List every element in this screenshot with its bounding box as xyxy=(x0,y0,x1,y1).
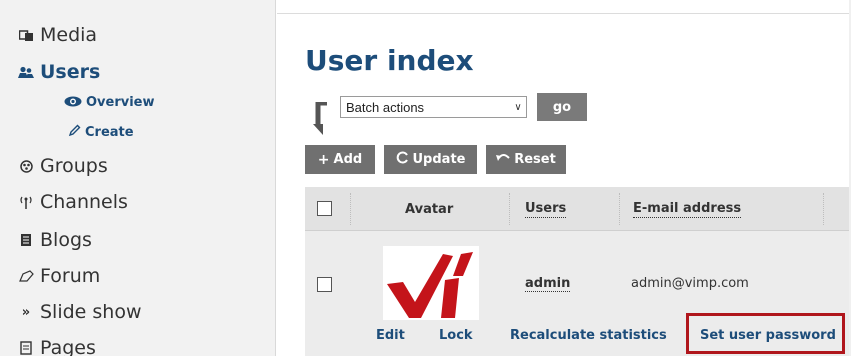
batch-arrow-icon xyxy=(313,102,327,135)
column-header-users[interactable]: Users xyxy=(525,187,567,231)
batch-actions-value: Batch actions xyxy=(346,99,425,115)
sidebar: Media Users Overview Create Groups Chann… xyxy=(0,0,276,356)
pencil-icon xyxy=(68,124,81,140)
blogs-icon xyxy=(18,232,34,248)
batch-actions-select[interactable]: Batch actions ∨ xyxy=(340,96,527,118)
sidebar-item-label: Slide show xyxy=(40,301,142,323)
sidebar-subitem-label: Create xyxy=(85,124,134,140)
sidebar-subitem-create[interactable]: Create xyxy=(68,124,134,140)
update-button[interactable]: Update xyxy=(384,145,477,174)
column-divider xyxy=(350,193,351,225)
column-header-email[interactable]: E-mail address xyxy=(633,187,742,231)
sidebar-item-label: Media xyxy=(40,24,98,46)
sidebar-item-blogs[interactable]: Blogs xyxy=(18,229,92,251)
sidebar-item-label: Channels xyxy=(40,191,128,213)
plus-icon: + xyxy=(317,151,330,168)
eye-icon xyxy=(64,96,82,110)
sidebar-item-label: Users xyxy=(40,61,101,83)
edit-link[interactable]: Edit xyxy=(376,328,405,343)
groups-icon xyxy=(18,158,34,174)
highlight-box xyxy=(686,313,845,354)
sidebar-item-label: Blogs xyxy=(40,229,92,251)
sidebar-subitem-overview[interactable]: Overview xyxy=(64,95,155,110)
go-button[interactable]: go xyxy=(537,93,587,121)
media-icon xyxy=(18,27,34,43)
reset-button[interactable]: Reset xyxy=(486,145,566,174)
sidebar-item-label: Pages xyxy=(40,337,96,356)
sidebar-item-slideshow[interactable]: » Slide show xyxy=(18,301,142,323)
sidebar-item-users[interactable]: Users xyxy=(18,61,100,83)
sidebar-item-forum[interactable]: Forum xyxy=(18,265,100,287)
row-checkbox[interactable] xyxy=(317,277,332,292)
column-divider xyxy=(619,193,620,225)
sidebar-subitem-label: Overview xyxy=(86,95,155,110)
update-button-label: Update xyxy=(412,152,466,167)
sidebar-item-channels[interactable]: Channels xyxy=(18,191,128,213)
add-button[interactable]: + Add xyxy=(305,145,375,174)
table-header: Avatar Users E-mail address xyxy=(305,187,851,231)
sidebar-item-media[interactable]: Media xyxy=(18,24,97,46)
sidebar-item-label: Groups xyxy=(40,155,108,177)
reset-button-label: Reset xyxy=(514,152,556,167)
sidebar-item-pages[interactable]: Pages xyxy=(18,337,96,356)
add-button-label: Add xyxy=(333,152,363,167)
column-divider xyxy=(823,193,824,225)
recalculate-statistics-link[interactable]: Recalculate statistics xyxy=(510,328,667,343)
lock-link[interactable]: Lock xyxy=(439,328,473,343)
select-all-checkbox[interactable] xyxy=(317,201,332,216)
username-cell[interactable]: admin xyxy=(525,276,571,292)
column-header-avatar: Avatar xyxy=(405,201,454,217)
refresh-icon xyxy=(396,151,409,168)
vimp-logo-icon xyxy=(383,246,479,320)
divider xyxy=(277,13,851,14)
avatar[interactable] xyxy=(383,246,479,320)
channels-icon xyxy=(18,194,34,210)
username-link[interactable]: admin xyxy=(525,276,571,292)
page-title: User index xyxy=(305,44,474,77)
users-icon xyxy=(18,64,34,80)
sidebar-item-groups[interactable]: Groups xyxy=(18,155,108,177)
undo-icon xyxy=(496,152,510,168)
column-divider xyxy=(509,193,510,225)
chevron-down-icon: ∨ xyxy=(514,101,522,113)
email-cell: admin@vimp.com xyxy=(631,276,749,291)
forum-icon xyxy=(18,268,34,284)
pages-icon xyxy=(18,340,34,356)
slideshow-icon: » xyxy=(21,304,31,320)
sidebar-item-label: Forum xyxy=(40,265,101,287)
